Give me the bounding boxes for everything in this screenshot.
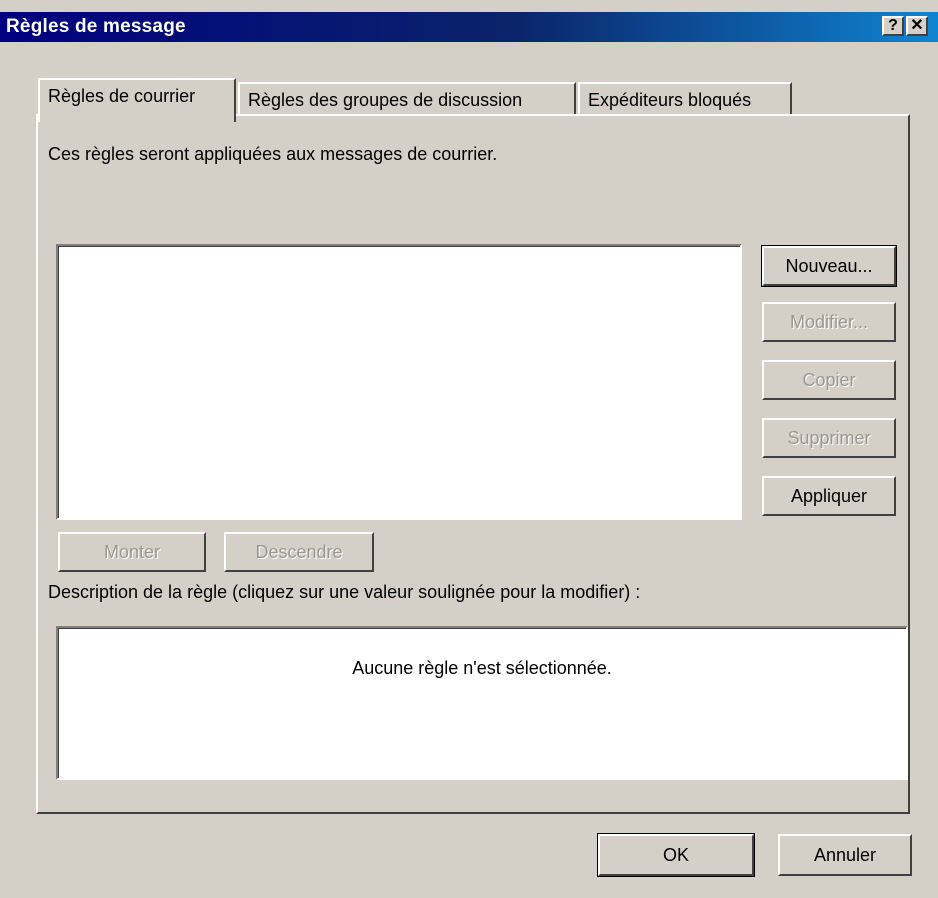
close-button[interactable]: ✕ bbox=[906, 16, 928, 36]
help-button[interactable]: ? bbox=[882, 16, 904, 36]
intro-text: Ces règles seront appliquées aux message… bbox=[48, 144, 498, 164]
window-title: Règles de message bbox=[6, 16, 186, 37]
modify-rule-button[interactable]: Modifier... bbox=[762, 302, 896, 342]
tab-newsgroup-rules[interactable]: Règles des groupes de discussion bbox=[238, 82, 576, 118]
rule-description-box[interactable]: Aucune règle n'est sélectionnée. bbox=[56, 626, 908, 780]
description-label: Description de la règle (cliquez sur une… bbox=[48, 582, 641, 602]
tab-blocked-senders-label: Expéditeurs bloqués bbox=[588, 90, 752, 110]
copy-rule-button[interactable]: Copier bbox=[762, 360, 896, 400]
ok-button[interactable]: OK bbox=[598, 834, 754, 876]
tab-newsgroup-rules-label: Règles des groupes de discussion bbox=[248, 90, 523, 110]
rules-list[interactable] bbox=[56, 244, 742, 520]
tab-blocked-senders[interactable]: Expéditeurs bloqués bbox=[578, 82, 792, 118]
help-icon: ? bbox=[888, 17, 898, 34]
move-down-button[interactable]: Descendre bbox=[224, 532, 374, 572]
tab-mail-rules[interactable]: Règles de courrier bbox=[38, 78, 236, 122]
move-up-button[interactable]: Monter bbox=[58, 532, 206, 572]
close-icon: ✕ bbox=[910, 17, 924, 34]
tab-mail-rules-label: Règles de courrier bbox=[48, 86, 196, 106]
cancel-button[interactable]: Annuler bbox=[778, 834, 912, 876]
title-bar[interactable]: Règles de message ? ✕ bbox=[0, 12, 938, 42]
tab-panel: Ces règles seront appliquées aux message… bbox=[36, 114, 910, 814]
delete-rule-button[interactable]: Supprimer bbox=[762, 418, 896, 458]
description-text: Aucune règle n'est sélectionnée. bbox=[352, 658, 612, 678]
apply-rule-button[interactable]: Appliquer bbox=[762, 476, 896, 516]
new-rule-button[interactable]: Nouveau... bbox=[762, 246, 896, 286]
